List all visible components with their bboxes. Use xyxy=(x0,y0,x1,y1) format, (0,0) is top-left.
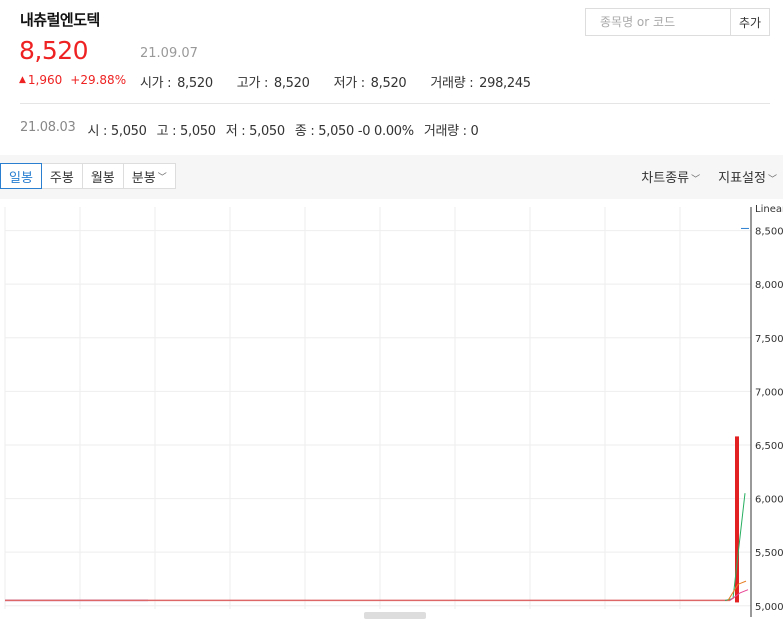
metric-low: 저가 : 8,520 xyxy=(333,76,407,91)
stock-search-input[interactable] xyxy=(586,9,730,35)
hover-close: 종 : 5,050 -0 0.00% xyxy=(294,124,414,139)
y-tick-label: 5,000 xyxy=(755,602,783,613)
chart-toolbar: 일봉 주봉 월봉 분봉 ﹀ 차트종류 ﹀ 지표설정 ﹀ xyxy=(0,155,783,199)
indicator-dropdown[interactable]: 지표설정 ﹀ xyxy=(718,167,777,186)
stock-name: 내츄럴엔도텍 xyxy=(20,11,100,29)
y-tick-label: 7,000 xyxy=(755,387,783,398)
price-chart[interactable]: 8,500 8,000 7,500 7,000 6,500 6,000 5,500 5,000… xyxy=(0,199,783,619)
hover-date: 21.08.03 xyxy=(20,120,76,135)
metric-open: 시가 : 8,520 xyxy=(140,76,213,91)
change-percent: +29.88% xyxy=(70,73,127,87)
y-tick-label: 7,500 xyxy=(755,334,783,345)
up-arrow-icon: ▲ xyxy=(19,75,26,85)
chart-type-label: 차트종류 xyxy=(641,171,690,186)
chart-tools: 차트종류 ﹀ 지표설정 ﹀ xyxy=(641,167,777,186)
price-metrics: 시가 : 8,520 고가 : 8,520 저가 : 8,520 거래량 : 2… xyxy=(140,72,531,91)
y-tick-label: 5,500 xyxy=(755,548,783,559)
change-amount: 1,960 xyxy=(27,73,63,87)
price-date: 21.09.07 xyxy=(140,46,198,61)
y-tick-label: 6,000 xyxy=(755,495,783,506)
add-button[interactable]: 추가 xyxy=(730,8,770,36)
tab-monthly[interactable]: 월봉 xyxy=(82,163,124,189)
y-tick-label: 8,000 xyxy=(755,280,783,291)
current-price: 8,520 xyxy=(19,36,89,65)
chart-type-dropdown[interactable]: 차트종류 ﹀ xyxy=(641,167,700,186)
tab-weekly[interactable]: 주봉 xyxy=(41,163,83,189)
hover-low: 저 : 5,050 xyxy=(225,124,285,139)
scale-label: Linear xyxy=(755,204,783,215)
hover-open: 시 : 5,050 xyxy=(87,124,147,139)
metric-volume: 거래량 : 298,245 xyxy=(430,76,531,91)
tab-minute[interactable]: 분봉 ﹀ xyxy=(123,163,176,189)
indicator-label: 지표설정 xyxy=(718,171,766,186)
y-tick-label: 6,500 xyxy=(755,441,783,452)
hover-volume: 거래량 : 0 xyxy=(423,124,479,139)
period-tabs: 일봉 주봉 월봉 분봉 ﹀ xyxy=(0,163,176,189)
y-tick-label: 8,500 xyxy=(755,227,783,238)
hover-info-row: 21.08.03 시 : 5,050 고 : 5,050 저 : 5,050 종… xyxy=(20,120,479,139)
chevron-down-icon: ﹀ xyxy=(157,172,167,183)
price-change: ▲ 1,960 +29.88% xyxy=(19,73,126,87)
chart-scrollbar[interactable] xyxy=(364,612,426,619)
tab-minute-label: 분봉 xyxy=(131,170,156,186)
metric-high: 고가 : 8,520 xyxy=(236,76,310,91)
tab-daily[interactable]: 일봉 xyxy=(0,163,42,189)
hover-high: 고 : 5,050 xyxy=(156,124,216,139)
search-box xyxy=(585,8,731,36)
divider xyxy=(20,103,770,104)
chevron-down-icon: ﹀ xyxy=(691,175,701,185)
chevron-down-icon: ﹀ xyxy=(767,175,777,185)
